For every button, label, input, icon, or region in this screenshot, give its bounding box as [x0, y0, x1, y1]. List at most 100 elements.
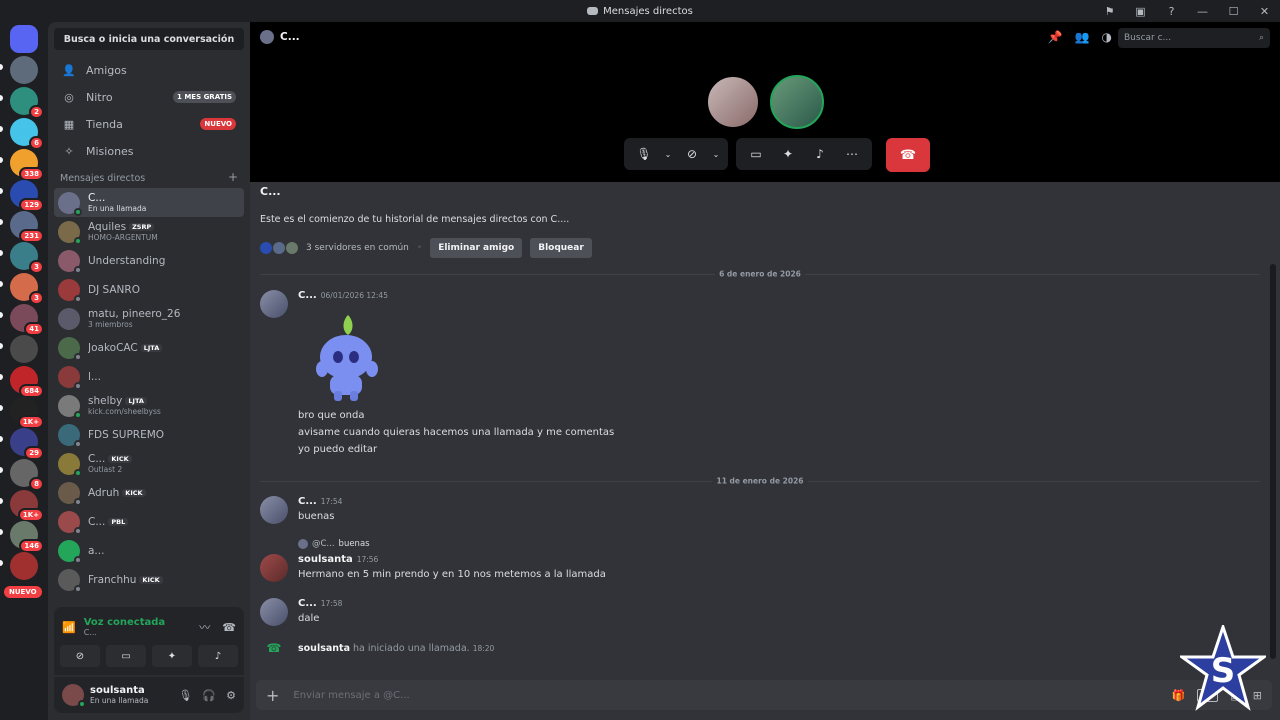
avatar[interactable]: [260, 598, 288, 626]
nav-item-tienda[interactable]: ▦ Tienda NUEVO: [54, 111, 244, 137]
server-icon[interactable]: 2: [10, 87, 44, 119]
remove-friend-button[interactable]: Eliminar amigo: [430, 238, 523, 258]
server-icon[interactable]: 231: [10, 211, 44, 243]
discord-home-icon[interactable]: [10, 25, 38, 53]
channel-name[interactable]: C...: [280, 31, 300, 43]
avatar[interactable]: [260, 496, 288, 524]
status-indicator: [74, 236, 82, 245]
dm-list-item[interactable]: Aquiles ZSRP HOMO-ARGENTUM: [54, 217, 244, 246]
server-icon[interactable]: 146: [10, 521, 44, 553]
dm-list-item[interactable]: l...: [54, 362, 244, 391]
server-icon[interactable]: [10, 335, 38, 363]
soundboard-icon[interactable]: ♪: [806, 140, 834, 168]
avatar[interactable]: [260, 554, 288, 582]
dm-list-item[interactable]: a...: [54, 536, 244, 565]
voice-status[interactable]: Voz conectada: [84, 617, 165, 628]
system-author[interactable]: soulsanta: [298, 643, 350, 654]
dm-list-item[interactable]: Adruh KICK: [54, 478, 244, 507]
server-icon[interactable]: 1K+: [10, 397, 44, 429]
find-conversation-button[interactable]: Busca o inicia una conversación: [54, 28, 244, 50]
dm-list-item[interactable]: Franchhu KICK: [54, 565, 244, 594]
add-attachment-icon[interactable]: +: [266, 686, 279, 705]
nav-item-misiones[interactable]: ✧ Misiones: [54, 138, 244, 164]
maximize-icon[interactable]: ☐: [1218, 0, 1249, 22]
dm-list-item[interactable]: matu, pineero_26 3 miembros: [54, 304, 244, 333]
disconnect-icon[interactable]: ☎: [222, 621, 236, 634]
flag-icon[interactable]: ⚑: [1094, 0, 1125, 22]
server-icon[interactable]: 129: [10, 180, 44, 212]
dm-list-item[interactable]: C... En una llamada: [54, 188, 244, 217]
phone-hangup-icon: ☎: [899, 147, 917, 163]
user-profile-icon[interactable]: ◑: [1102, 30, 1112, 44]
mic-icon[interactable]: 🎙: [178, 689, 192, 702]
screen-share-icon[interactable]: ▭: [106, 645, 146, 667]
server-icon[interactable]: 3: [10, 273, 44, 305]
message-author[interactable]: C...: [298, 598, 317, 609]
dm-subtext: kick.com/sheelbyss: [88, 407, 161, 416]
dm-list-item[interactable]: Understanding: [54, 246, 244, 275]
screen-share-icon[interactable]: ▭: [742, 140, 770, 168]
minimize-icon[interactable]: —: [1187, 0, 1218, 22]
server-icon[interactable]: [10, 552, 38, 580]
server-icon[interactable]: 1K+: [10, 490, 44, 522]
close-icon[interactable]: ✕: [1249, 0, 1280, 22]
server-icon[interactable]: 338: [10, 149, 44, 181]
create-dm-button[interactable]: +: [228, 171, 238, 184]
block-button[interactable]: Bloquear: [530, 238, 592, 258]
message-author[interactable]: C...: [298, 496, 317, 507]
server-icon[interactable]: 8: [10, 459, 44, 491]
wumpus-sticker[interactable]: [308, 307, 388, 403]
dm-list-item[interactable]: JoakoCAC LJTA: [54, 333, 244, 362]
settings-gear-icon[interactable]: ⚙: [226, 689, 236, 702]
message-author[interactable]: C...: [298, 290, 317, 301]
message-text: buenas: [298, 511, 335, 522]
message-composer[interactable]: + Enviar mensaje a @C... 🎁 GIF ▤ ⊞: [256, 680, 1272, 710]
dm-list-item[interactable]: shelby LJTA kick.com/sheelbyss: [54, 391, 244, 420]
message-author[interactable]: soulsanta: [298, 554, 353, 565]
hang-up-button[interactable]: ☎: [886, 138, 930, 172]
camera-off-icon[interactable]: ⊘: [60, 645, 100, 667]
help-icon[interactable]: ?: [1156, 0, 1187, 22]
noise-suppression-icon[interactable]: 〰: [199, 619, 210, 635]
chevron-down-icon[interactable]: ⌄: [662, 140, 674, 168]
call-participant-avatar[interactable]: [706, 75, 760, 129]
dm-list-item[interactable]: C... KICK Outlast 2: [54, 449, 244, 478]
server-icon[interactable]: 6: [10, 118, 44, 150]
status-indicator: [74, 584, 82, 593]
headphones-icon[interactable]: 🎧: [202, 689, 216, 702]
server-list-item: 1K+: [0, 395, 48, 429]
server-icon[interactable]: 3: [10, 242, 44, 274]
new-pill[interactable]: NUEVO: [4, 586, 42, 598]
avatar: [58, 307, 80, 330]
server-icon[interactable]: [10, 56, 38, 84]
server-list-item: 338: [0, 147, 48, 181]
mutual-servers-link[interactable]: 3 servidores en común: [306, 243, 409, 253]
server-icon[interactable]: 29: [10, 428, 44, 460]
server-icon[interactable]: 41: [10, 304, 44, 336]
nav-item-amigos[interactable]: 👤 Amigos: [54, 57, 244, 83]
signal-icon[interactable]: 📶: [62, 621, 76, 634]
chevron-down-icon[interactable]: ⌄: [710, 140, 722, 168]
soundboard-icon[interactable]: ♪: [198, 645, 238, 667]
server-icon[interactable]: 684: [10, 366, 44, 398]
activities-icon[interactable]: ✦: [152, 645, 192, 667]
dm-list-item[interactable]: FDS SUPREMO: [54, 420, 244, 449]
search-input[interactable]: Buscar c... ⌕: [1118, 28, 1270, 48]
call-participant-avatar[interactable]: [770, 75, 824, 129]
nav-item-nitro[interactable]: ◎ Nitro 1 MES GRATIS: [54, 84, 244, 110]
pin-icon[interactable]: 📌: [1048, 30, 1063, 44]
camera-off-icon[interactable]: ⊘: [678, 140, 706, 168]
avatar[interactable]: [260, 290, 288, 318]
mutual-servers-icons[interactable]: [260, 242, 298, 254]
inbox-icon[interactable]: ▣: [1125, 0, 1156, 22]
activities-icon[interactable]: ✦: [774, 140, 802, 168]
reply-reference[interactable]: @C... buenas: [298, 539, 370, 549]
status-indicator: [74, 526, 82, 535]
more-options-icon[interactable]: ⋯: [838, 140, 866, 168]
mic-icon[interactable]: 🎙: [630, 140, 658, 168]
dm-list-item[interactable]: C... PBL: [54, 507, 244, 536]
scrollbar[interactable]: [1270, 264, 1276, 659]
dm-list-item[interactable]: DJ SANRO: [54, 275, 244, 304]
user-avatar[interactable]: [62, 684, 86, 708]
add-friends-icon[interactable]: 👥: [1075, 30, 1090, 44]
